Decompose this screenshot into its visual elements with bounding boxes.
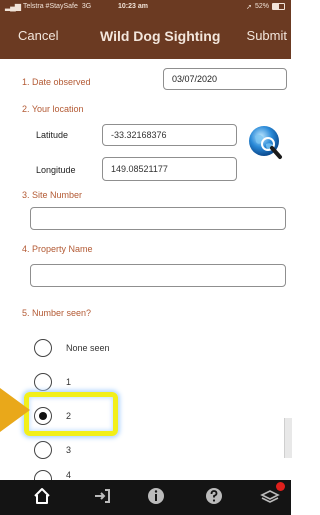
battery-icon — [272, 3, 285, 10]
page-title: Wild Dog Sighting — [100, 28, 221, 44]
side-handle — [284, 418, 292, 458]
status-right: ➚ 52% — [246, 3, 285, 11]
option-4[interactable]: 4 — [34, 470, 71, 480]
date-field[interactable]: 03/07/2020 — [163, 68, 287, 90]
nav-bar: Cancel Wild Dog Sighting Submit — [0, 13, 291, 59]
location-label: 2. Your location — [22, 104, 84, 114]
notification-badge — [276, 482, 285, 491]
property-name-label: 4. Property Name — [22, 244, 93, 254]
info-icon[interactable] — [143, 485, 169, 507]
option-label: None seen — [66, 343, 110, 353]
option-3[interactable]: 3 — [34, 439, 71, 461]
selection-highlight — [24, 392, 118, 436]
status-time: 10:23 am — [118, 3, 148, 10]
option-label: 4 — [66, 470, 72, 480]
radio-button[interactable] — [34, 339, 52, 357]
latitude-field[interactable]: -33.32168376 — [102, 124, 237, 146]
pointer-arrow — [0, 388, 30, 432]
layers-icon[interactable] — [257, 482, 285, 507]
longitude-label: Longitude — [36, 165, 76, 175]
number-seen-label: 5. Number seen? — [22, 308, 92, 318]
location-arrow-icon: ➚ — [246, 3, 252, 11]
option-none-seen[interactable]: None seen — [34, 337, 110, 359]
radio-button[interactable] — [34, 470, 52, 480]
property-name-field[interactable] — [30, 264, 286, 287]
signal-icon: ▂▄▆ — [5, 2, 21, 11]
submit-button[interactable]: Submit — [247, 28, 287, 43]
date-label: 1. Date observed — [22, 77, 91, 87]
tab-bar — [0, 480, 291, 515]
carrier-name: Telstra #StaySafe — [22, 3, 78, 10]
radio-button[interactable] — [34, 373, 52, 391]
help-icon[interactable] — [201, 485, 227, 507]
globe-search-icon[interactable] — [247, 124, 285, 162]
home-icon[interactable] — [29, 485, 55, 507]
option-1[interactable]: 1 — [34, 371, 71, 393]
site-number-field[interactable] — [30, 207, 286, 230]
option-label: 3 — [66, 445, 72, 455]
longitude-field[interactable]: 149.08521177 — [102, 157, 237, 181]
option-label: 1 — [66, 377, 72, 387]
status-bar: ▂▄▆ Telstra #StaySafe 3G 10:23 am ➚ 52% — [0, 0, 291, 13]
battery-percent: 52% — [254, 3, 269, 10]
site-number-label: 3. Site Number — [22, 190, 83, 200]
sign-in-icon[interactable] — [89, 485, 115, 507]
network-type: 3G — [81, 3, 92, 10]
latitude-label: Latitude — [36, 130, 69, 140]
cancel-button[interactable]: Cancel — [18, 28, 58, 43]
radio-button[interactable] — [34, 441, 52, 459]
